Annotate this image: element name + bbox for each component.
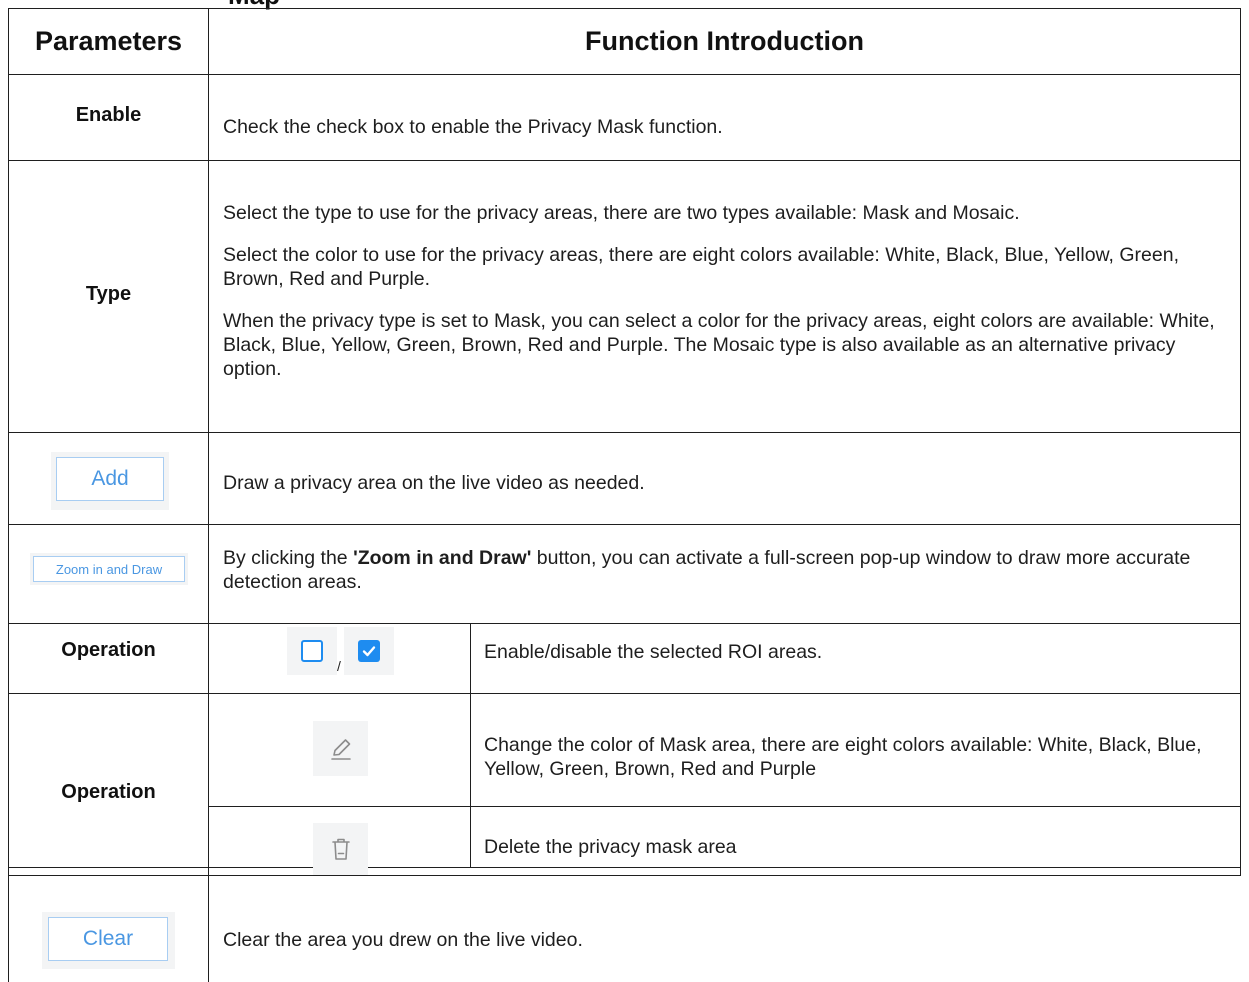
header-function-introduction: Function Introduction bbox=[585, 26, 864, 56]
param-type: Type bbox=[85, 283, 132, 305]
desc-type-2: Select the color to use for the privacy … bbox=[223, 244, 1180, 290]
desc-cell-edit: Change the color of Mask area, there are… bbox=[484, 733, 1234, 781]
desc-edit: Change the color of Mask area, there are… bbox=[484, 734, 1202, 780]
param-operation-1: Operation bbox=[61, 639, 156, 661]
desc-cell-add: Draw a privacy area on the live video as… bbox=[223, 433, 1233, 524]
zoom-in-and-draw-button[interactable]: Zoom in and Draw bbox=[33, 556, 185, 582]
desc-cell-enable: Check the check box to enable the Privac… bbox=[223, 75, 1233, 160]
desc-cell-zoom: By clicking the 'Zoom in and Draw' butto… bbox=[223, 546, 1228, 594]
checkbox-checked-frame bbox=[344, 627, 394, 675]
pencil-icon[interactable] bbox=[326, 734, 356, 764]
desc-type-1: Select the type to use for the privacy a… bbox=[223, 202, 1020, 224]
edit-icon-frame bbox=[313, 721, 368, 776]
param-operation-2: Operation bbox=[61, 781, 156, 803]
desc-cell-delete: Delete the privacy mask area bbox=[484, 807, 1234, 867]
desc-zoom-prefix: By clicking the bbox=[223, 547, 354, 569]
desc-cell-operation-1: Enable/disable the selected ROI areas. bbox=[484, 624, 1234, 693]
add-button[interactable]: Add bbox=[56, 457, 164, 501]
header-parameters: Parameters bbox=[34, 26, 183, 56]
desc-zoom-bold: 'Zoom in and Draw' bbox=[353, 547, 532, 569]
desc-cell-clear: Clear the area you drew on the live vide… bbox=[223, 876, 1233, 982]
param-cell-enable: Enable bbox=[9, 75, 208, 160]
header-cell-function: Function Introduction bbox=[209, 9, 1240, 74]
delete-icon-frame bbox=[313, 823, 368, 875]
desc-type-3: When the privacy type is set to Mask, yo… bbox=[223, 310, 1215, 380]
trash-icon[interactable] bbox=[328, 835, 354, 863]
clear-button[interactable]: Clear bbox=[48, 917, 168, 961]
desc-cell-type: Select the type to use for the privacy a… bbox=[223, 201, 1223, 381]
checkbox-unchecked-icon[interactable] bbox=[301, 640, 323, 662]
checkbox-checked-icon[interactable] bbox=[358, 640, 380, 662]
param-enable: Enable bbox=[75, 104, 142, 126]
desc-enable: Check the check box to enable the Privac… bbox=[223, 115, 723, 138]
param-cell-operation-1: Operation bbox=[9, 624, 208, 693]
desc-operation-1: Enable/disable the selected ROI areas. bbox=[484, 640, 823, 663]
param-cell-type: Type bbox=[9, 161, 208, 432]
checkbox-separator: / bbox=[337, 658, 341, 674]
desc-delete: Delete the privacy mask area bbox=[484, 836, 737, 858]
param-cell-operation-2: Operation bbox=[9, 694, 208, 867]
desc-add: Draw a privacy area on the live video as… bbox=[223, 471, 645, 494]
checkbox-unchecked-frame bbox=[287, 627, 337, 675]
header-cell-parameters: Parameters bbox=[9, 9, 208, 74]
desc-clear: Clear the area you drew on the live vide… bbox=[223, 929, 583, 951]
